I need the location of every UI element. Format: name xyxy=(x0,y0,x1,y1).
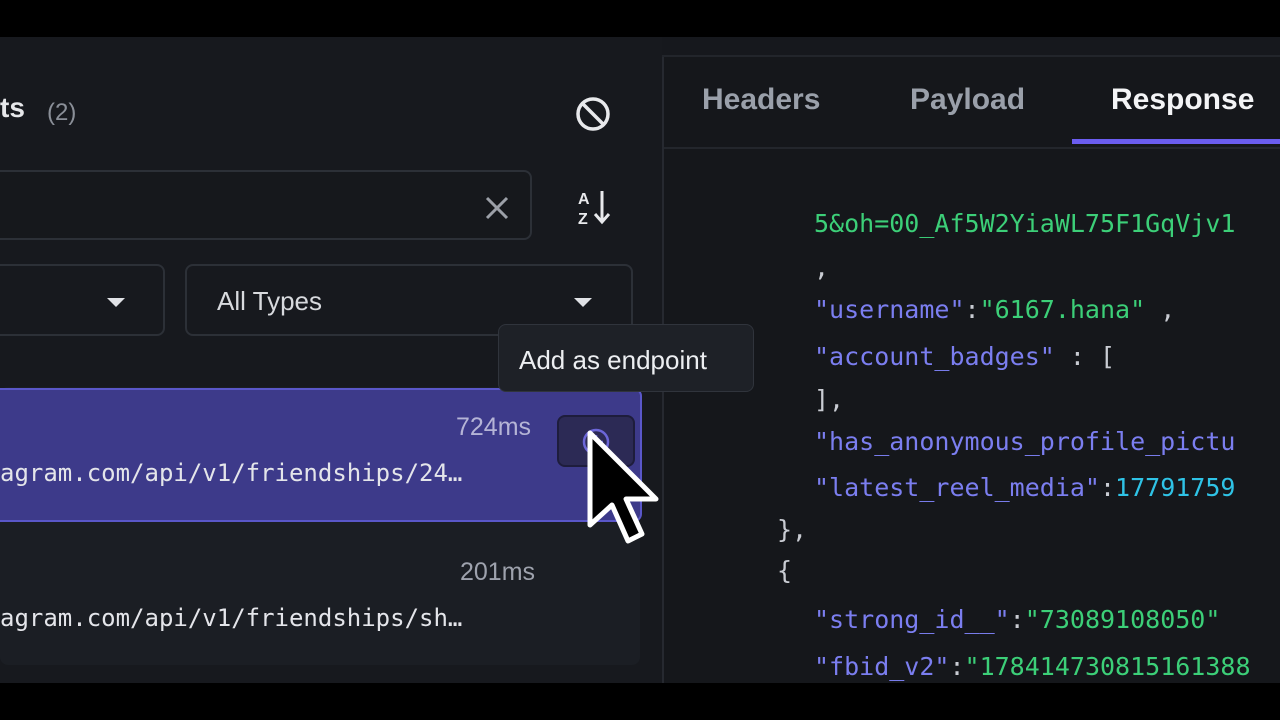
json-line-fbid: "fbid_v2":"178414730815161388 xyxy=(814,652,1251,681)
json-line-latest-reel: "latest_reel_media":17791759 xyxy=(814,473,1236,502)
active-tab-indicator xyxy=(1072,139,1280,144)
svg-text:A: A xyxy=(578,191,590,208)
json-line-username: "username":"6167.hana" , xyxy=(814,295,1176,324)
devtools-app: ts (2) A Z All Types 724ms agram.com/api… xyxy=(0,37,1280,683)
search-input[interactable] xyxy=(0,170,532,240)
type-select-value: All Types xyxy=(217,286,323,316)
json-line-strong-id: "strong_id__":"73089108050" xyxy=(814,605,1221,634)
json-punct: { xyxy=(777,556,793,585)
details-panel: Headers Payload Response 5&oh=00_Af5W2Yi… xyxy=(664,57,1280,683)
json-punct: , xyxy=(814,253,830,282)
chevron-down-icon xyxy=(574,298,592,307)
tab-headers[interactable]: Headers xyxy=(702,83,820,117)
tab-bar: Headers Payload Response xyxy=(664,57,1280,149)
mouse-pointer-icon xyxy=(587,430,659,544)
tab-response[interactable]: Response xyxy=(1111,83,1254,117)
clear-all-icon[interactable] xyxy=(572,93,614,135)
tooltip-text: Add as endpoint xyxy=(519,345,707,375)
close-icon[interactable] xyxy=(483,194,511,222)
list-item-selected[interactable] xyxy=(0,388,642,522)
tooltip: Add as endpoint xyxy=(498,324,754,392)
request-time: 201ms xyxy=(460,558,536,586)
letterbox-bottom xyxy=(0,683,1280,720)
request-time: 724ms xyxy=(456,413,532,441)
request-url: agram.com/api/v1/friendships/24… xyxy=(0,459,463,487)
json-punct: ], xyxy=(814,385,845,414)
request-count: (2) xyxy=(47,99,77,126)
tab-payload[interactable]: Payload xyxy=(910,83,1025,117)
svg-text:Z: Z xyxy=(578,211,588,227)
sort-az-icon[interactable]: A Z xyxy=(576,187,612,227)
json-line-account-badges: "account_badges" : [ xyxy=(814,342,1116,371)
letterbox-top xyxy=(0,0,1280,37)
chevron-down-icon xyxy=(107,298,125,307)
panel-title: ts xyxy=(0,92,25,123)
json-punct: }, xyxy=(777,515,808,544)
json-key: "has_anonymous_profile_pictu xyxy=(814,427,1236,456)
request-url: agram.com/api/v1/friendships/sh… xyxy=(0,604,463,632)
json-string: 5&oh=00_Af5W2YiaWL75F1GqVjv1 xyxy=(814,209,1236,238)
method-select[interactable] xyxy=(0,264,165,336)
